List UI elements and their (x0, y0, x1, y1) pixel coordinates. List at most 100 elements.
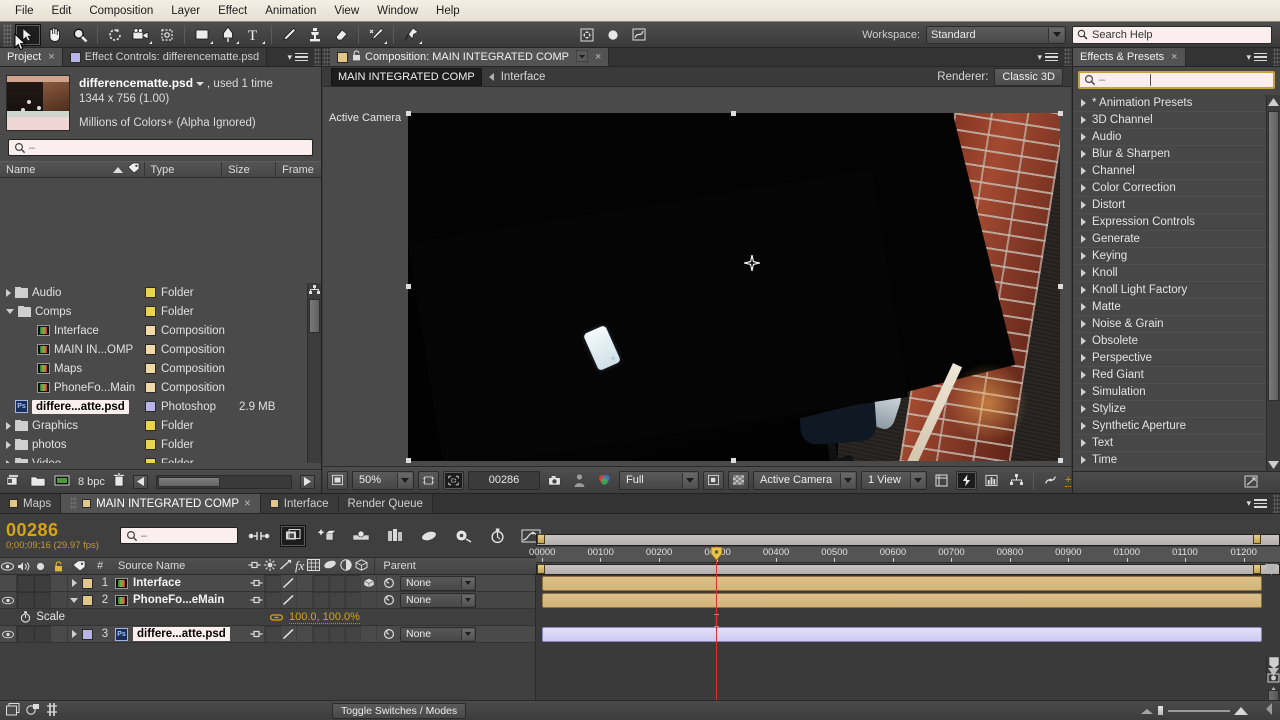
work-area-start-handle[interactable] (537, 534, 545, 544)
menu-item-window[interactable]: Window (368, 3, 427, 19)
bit-depth-label[interactable]: 8 bpc (78, 476, 105, 488)
label-color-swatch[interactable] (145, 439, 156, 450)
menu-item-composition[interactable]: Composition (80, 3, 162, 19)
current-timecode[interactable]: 00286 0;00;09;16 (29.97 fps) (6, 520, 112, 551)
timeline-vertical-scrollbar[interactable] (1266, 656, 1280, 720)
selection-handle-tr[interactable] (1058, 111, 1063, 116)
timeline-tracks-area[interactable] (536, 575, 1280, 700)
toggle-transparency-grid-button[interactable] (443, 470, 464, 490)
parent-pickwhip-icon[interactable] (383, 594, 395, 606)
work-area-start-handle-2[interactable] (537, 564, 545, 574)
renderer-button[interactable]: Classic 3D (994, 67, 1063, 86)
column-header-name[interactable]: Name (0, 162, 145, 177)
toggle-transparency-button[interactable] (728, 470, 749, 490)
resolution-select[interactable]: Full (619, 470, 699, 490)
layer-lock-toggle[interactable] (51, 626, 68, 642)
layer-disclosure[interactable] (68, 630, 80, 638)
disclosure-triangle-icon[interactable] (1081, 303, 1086, 311)
composition-panel-menu-button[interactable]: ▾ (1031, 48, 1064, 66)
effects-category-row[interactable]: 3D Channel (1073, 112, 1280, 129)
quality-switch-icon[interactable] (282, 628, 295, 640)
source-name-column-header[interactable]: Source Name (110, 560, 244, 572)
new-composition-icon[interactable] (54, 474, 70, 490)
layer-row[interactable]: 2 PhoneFo...eMain None (0, 592, 535, 609)
layer-lock-toggle[interactable] (51, 592, 68, 608)
track-bar-layer-3[interactable] (542, 627, 1262, 642)
layer-3d-switch[interactable] (361, 626, 377, 642)
tab-project[interactable]: Project × (0, 48, 63, 66)
eye-icon[interactable] (2, 630, 14, 639)
reset-exposure-icon[interactable] (1040, 471, 1061, 490)
enable-motion-blur-icon[interactable] (382, 525, 408, 547)
camera-view-select[interactable]: Active Camera (753, 470, 857, 490)
ruler-tick-strip[interactable]: 0000000100002000030000400005000060000700… (529, 547, 1280, 563)
mask-icon[interactable] (626, 24, 652, 46)
label-color-swatch[interactable] (145, 382, 156, 393)
disclosure-triangle-icon[interactable] (1081, 337, 1086, 345)
pen-tool[interactable] (215, 24, 241, 46)
track-bar-layer-2[interactable] (542, 593, 1262, 608)
column-header-type[interactable]: Type (145, 162, 223, 177)
disclosure-triangle-icon[interactable] (1081, 456, 1086, 464)
effects-category-row[interactable]: Channel (1073, 163, 1280, 180)
parent-pickwhip-icon[interactable] (383, 577, 395, 589)
label-color-swatch[interactable] (145, 420, 156, 431)
auto-keyframe-icon[interactable] (450, 525, 476, 547)
brush-tool[interactable] (276, 24, 302, 46)
disclosure-triangle-icon[interactable] (1081, 167, 1086, 175)
frame-number-field[interactable]: 00286 (468, 470, 540, 490)
disclosure-triangle-icon[interactable] (1081, 184, 1086, 192)
project-item-row[interactable]: Ps differe...atte.psd Photoshop 2.9 MB (0, 397, 307, 416)
effects-category-row[interactable]: Audio (1073, 129, 1280, 146)
disclosure-triangle-icon[interactable] (1081, 354, 1086, 362)
roto-brush-tool[interactable] (363, 24, 389, 46)
project-item-row[interactable]: Maps Composition 29 (0, 359, 307, 378)
lock-icon[interactable] (352, 50, 361, 64)
layer-label-swatch[interactable] (82, 594, 93, 606)
layer-adjustment-switch[interactable] (345, 575, 361, 591)
timeline-zoom-slider[interactable] (1141, 705, 1248, 716)
effects-panel-menu-button[interactable]: ▾ (1240, 48, 1273, 66)
project-panel-grip[interactable] (314, 48, 321, 66)
effects-category-row[interactable]: Simulation (1073, 384, 1280, 401)
timeline-panel-menu-button[interactable]: ▾ (1240, 494, 1273, 513)
disclosure-triangle-icon[interactable] (1081, 201, 1086, 209)
pixel-aspect-correction-icon[interactable] (931, 471, 952, 490)
selection-handle-ml[interactable] (406, 284, 411, 289)
disclosure-triangle-icon[interactable] (1081, 388, 1086, 396)
region-of-interest-toggle[interactable] (703, 470, 724, 490)
effects-category-row[interactable]: Text (1073, 435, 1280, 452)
effects-category-row[interactable]: Synthetic Aperture (1073, 418, 1280, 435)
disclosure-triangle-icon[interactable] (6, 459, 11, 463)
comp-flowchart-footer-icon[interactable] (6, 702, 20, 719)
disclosure-triangle-icon[interactable] (1081, 439, 1086, 447)
tab-grip[interactable] (70, 497, 78, 510)
brainstorm-icon[interactable] (416, 525, 442, 547)
new-animation-preset-icon[interactable] (1244, 475, 1258, 491)
shape-tool[interactable] (189, 24, 215, 46)
toggle-switches-modes-button[interactable]: Toggle Switches / Modes (332, 702, 467, 719)
motion-blur-footer-icon[interactable] (46, 702, 58, 719)
disclosure-triangle-icon[interactable] (6, 440, 11, 449)
eye-icon[interactable] (2, 596, 14, 605)
menu-item-help[interactable]: Help (427, 3, 469, 19)
menu-item-layer[interactable]: Layer (162, 3, 209, 19)
work-area-bar-bottom[interactable] (536, 564, 1280, 575)
layer-audio-toggle[interactable] (17, 626, 34, 642)
layer-collapse-switch[interactable] (265, 575, 281, 591)
layer-solo-toggle[interactable] (34, 592, 51, 608)
menu-item-effect[interactable]: Effect (209, 3, 256, 19)
new-comp-icon[interactable] (6, 473, 22, 490)
selection-tool[interactable] (15, 23, 41, 46)
disclosure-triangle-icon[interactable] (1081, 286, 1086, 294)
selection-handle-tl[interactable] (406, 111, 411, 116)
composition-frame[interactable] (408, 113, 1060, 461)
zoom-in-icon[interactable] (1234, 706, 1248, 716)
effects-category-row[interactable]: Distort (1073, 197, 1280, 214)
layer-shy-switch[interactable] (249, 626, 265, 642)
chevron-down-icon[interactable] (575, 49, 589, 65)
timeline-panel-grip[interactable] (1273, 494, 1280, 513)
label-color-swatch[interactable] (145, 306, 156, 317)
eraser-tool[interactable] (328, 24, 354, 46)
layer-quality-switch[interactable] (281, 575, 297, 591)
